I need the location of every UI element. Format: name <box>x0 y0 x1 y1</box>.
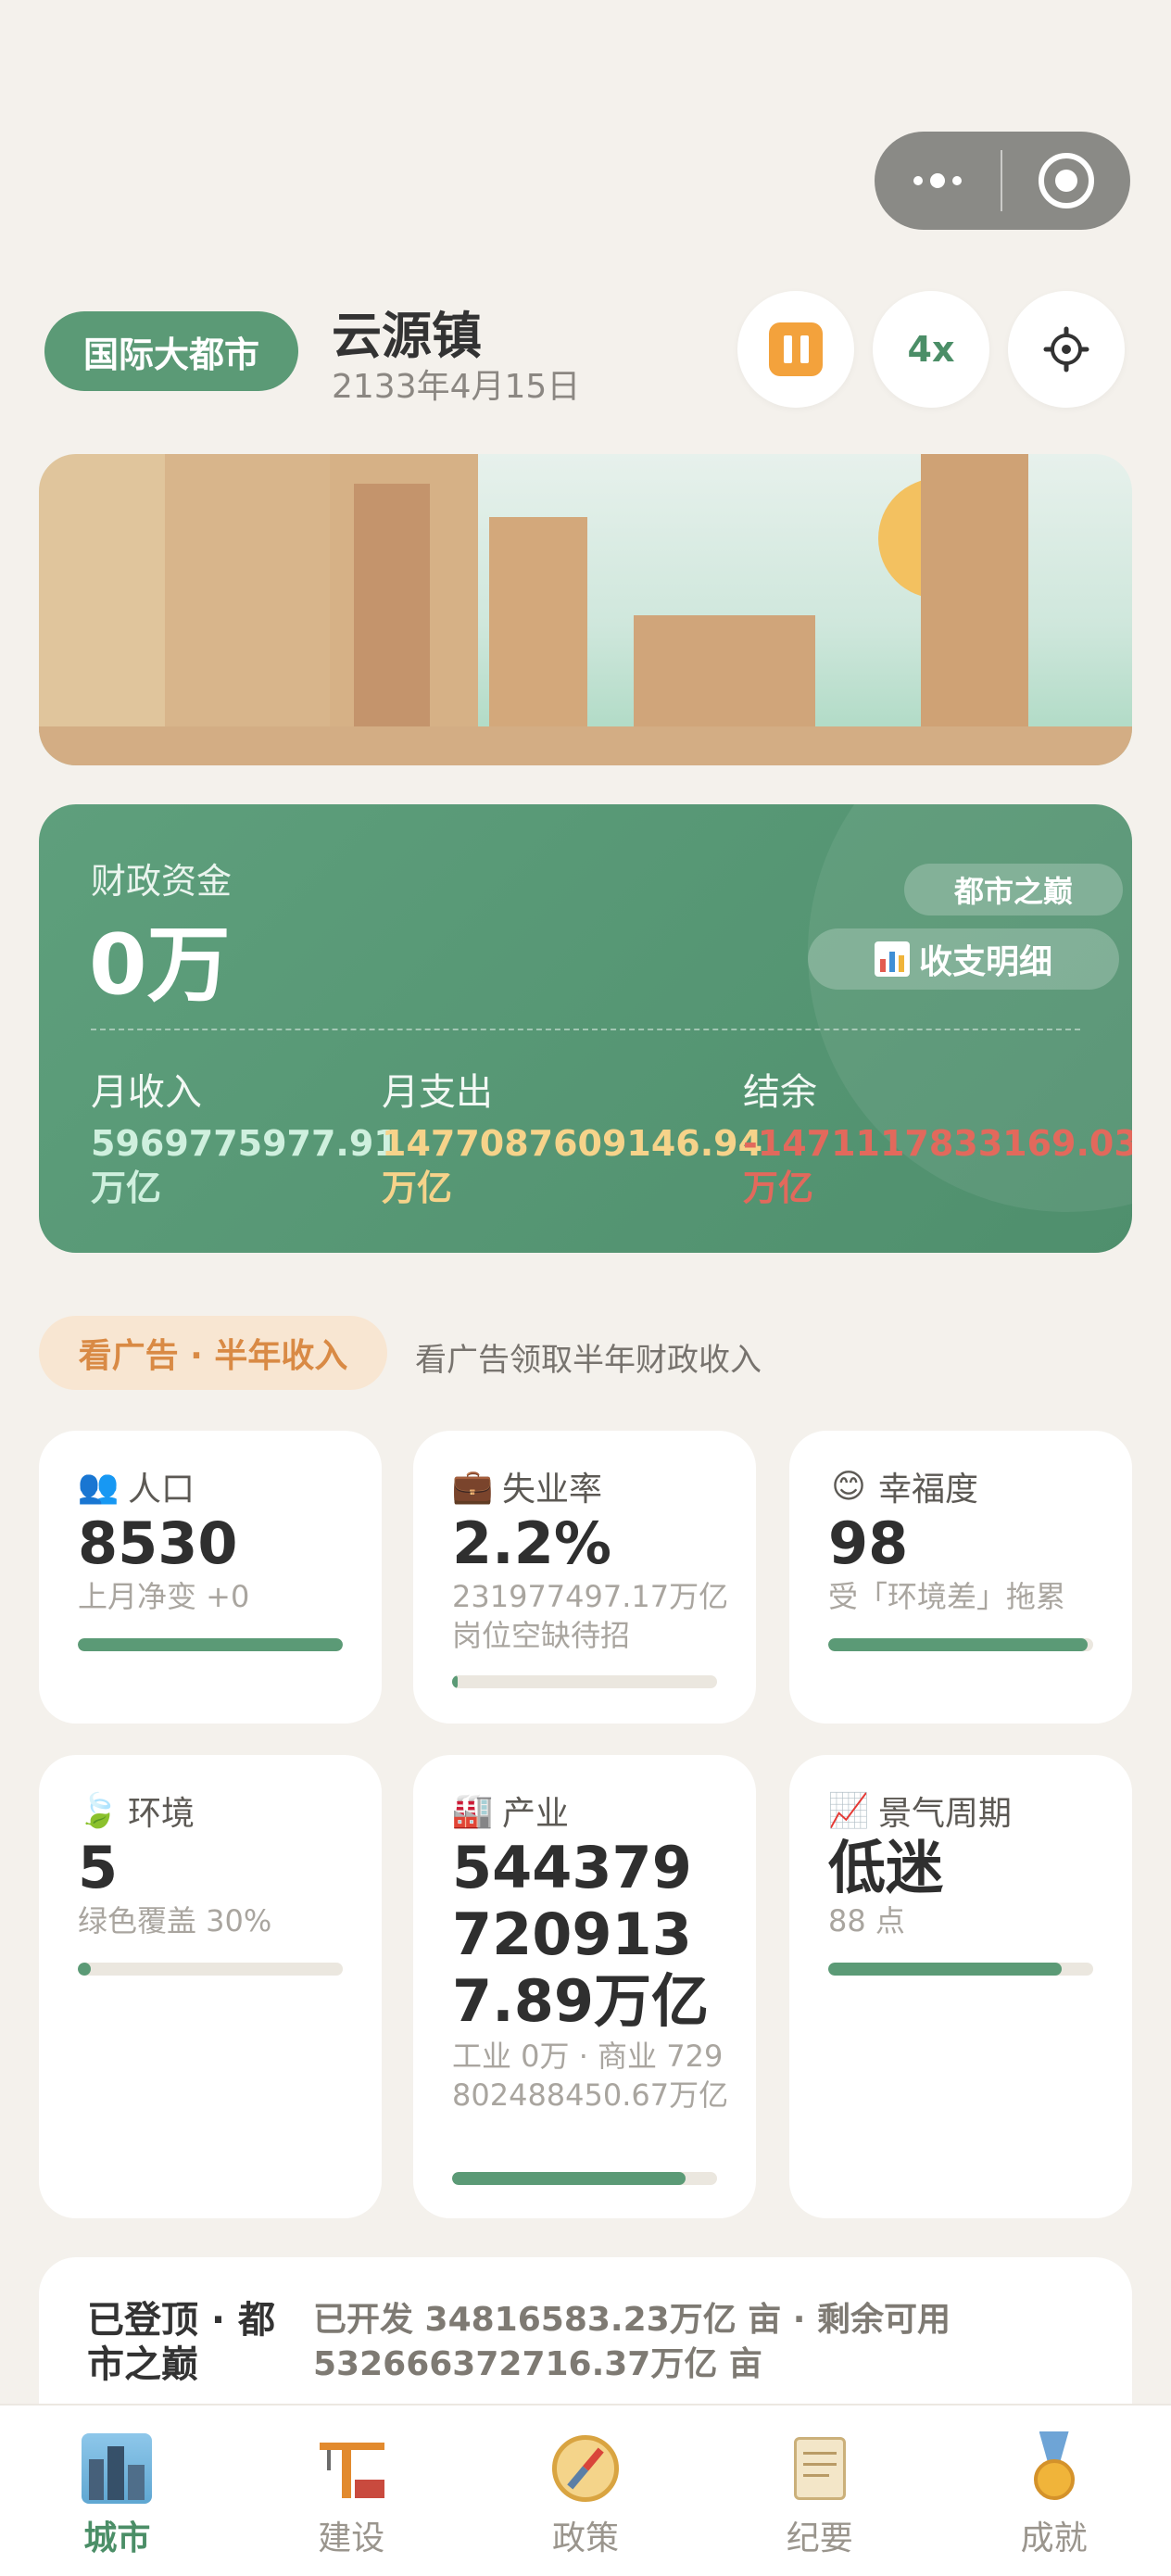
income-block: 月收入 5969775977.91 万亿 <box>91 1062 398 1210</box>
population-progress <box>78 1638 343 1651</box>
expense-value: 1477087609146.94 <box>382 1123 763 1164</box>
smile-icon: 😊 <box>831 1467 866 1506</box>
bar-chart-icon <box>874 941 910 977</box>
finance-value: 0万 <box>89 916 231 1014</box>
trend-chart-icon: 📈 <box>827 1792 870 1830</box>
more-dots-icon[interactable] <box>875 132 1001 230</box>
happiness-value: 98 <box>828 1509 909 1577</box>
happiness-title: 幸福度 <box>878 1471 979 1509</box>
medal-icon <box>1017 2431 1091 2506</box>
gear-icon <box>1043 326 1089 373</box>
unemployment-title: 失业率 <box>502 1471 603 1509</box>
tab-achievements-label: 成就 <box>1020 2519 1088 2557</box>
people-icon: 👥 <box>77 1468 120 1506</box>
income-value: 5969775977.91 <box>91 1123 398 1164</box>
balance-value: -1471117833169.03 <box>743 1123 1132 1164</box>
tab-notes-label: 纪要 <box>786 2519 853 2557</box>
finance-label: 财政资金 <box>91 861 233 902</box>
tab-build[interactable]: 建设 <box>234 2406 469 2576</box>
stage-tag: 都市之巅 <box>904 864 1123 915</box>
population-title: 人口 <box>128 1471 195 1509</box>
finance-detail-button[interactable]: 收支明细 <box>808 928 1119 990</box>
watch-ad-button[interactable]: 看广告 · 半年收入 <box>39 1316 387 1390</box>
cycle-value: 低迷 <box>828 1834 944 1901</box>
unemployment-card[interactable]: 💼 失业率 2.2% 231977497.17万亿岗位空缺待招 <box>413 1431 756 1724</box>
environment-sub: 绿色覆盖 30% <box>78 1903 272 1938</box>
income-label: 月收入 <box>91 1071 202 1114</box>
expense-block: 月支出 1477087609146.94 万亿 <box>382 1062 762 1210</box>
industry-title: 产业 <box>502 1795 570 1833</box>
city-name: 云源镇 <box>332 307 482 365</box>
scroll-icon <box>783 2431 857 2506</box>
speed-button[interactable]: 4x <box>873 291 989 408</box>
population-value: 8530 <box>78 1509 238 1577</box>
unemployment-value: 2.2% <box>452 1509 611 1577</box>
tab-city[interactable]: 城市 <box>0 2406 234 2576</box>
bottom-tab-bar: 城市 建设 政策 纪要 成就 <box>0 2404 1171 2576</box>
environment-value: 5 <box>78 1834 119 1901</box>
environment-title: 环境 <box>128 1795 195 1833</box>
environment-card[interactable]: 🍃 环境 5 绿色覆盖 30% <box>39 1755 382 2218</box>
summit-detail: 已开发 34816583.23万亿 亩 · 剩余可用 532666372716.… <box>313 2301 951 2383</box>
industry-value: 5443797209137.89万亿 <box>452 1834 709 2035</box>
miniprogram-capsule <box>875 132 1130 230</box>
finance-card: 财政资金 0万 都市之巅 收支明细 月收入 5969775977.91 万亿 月… <box>39 804 1132 1253</box>
tab-build-label: 建设 <box>318 2519 385 2557</box>
city-level-badge: 国际大都市 <box>44 311 298 391</box>
happiness-sub: 受「环境差」拖累 <box>828 1579 1066 1614</box>
factory-icon: 🏭 <box>451 1792 494 1830</box>
balance-unit: 万亿 <box>743 1168 814 1208</box>
balance-label: 结余 <box>743 1071 817 1114</box>
population-sub: 上月净变 +0 <box>78 1579 250 1614</box>
pause-icon <box>769 322 823 376</box>
cycle-title: 景气周期 <box>878 1795 1013 1833</box>
balance-block: 结余 -1471117833169.03 万亿 <box>743 1062 1132 1210</box>
tab-policy[interactable]: 政策 <box>469 2406 703 2576</box>
speed-label: 4x <box>907 329 955 370</box>
population-card[interactable]: 👥 人口 8530 上月净变 +0 <box>39 1431 382 1724</box>
cycle-sub: 88 点 <box>828 1903 905 1938</box>
leaf-icon: 🍃 <box>77 1792 120 1830</box>
happiness-progress <box>828 1638 1093 1651</box>
environment-progress <box>78 1963 343 1976</box>
industry-card[interactable]: 🏭 产业 5443797209137.89万亿 工业 0万 · 商业 729802… <box>413 1755 756 2218</box>
cycle-progress <box>828 1963 1093 1976</box>
pause-button[interactable] <box>737 291 854 408</box>
tab-policy-label: 政策 <box>551 2519 619 2557</box>
compass-icon <box>548 2431 623 2506</box>
tab-achievements[interactable]: 成就 <box>937 2406 1171 2576</box>
city-skyline-banner <box>39 454 1132 765</box>
game-date: 2133年4月15日 <box>332 368 581 406</box>
tab-notes[interactable]: 纪要 <box>702 2406 937 2576</box>
expense-label: 月支出 <box>382 1071 493 1114</box>
settings-button[interactable] <box>1008 291 1125 408</box>
income-unit: 万亿 <box>91 1168 162 1208</box>
city-icon <box>80 2431 154 2506</box>
ad-description: 看广告领取半年财政收入 <box>415 1342 762 1379</box>
happiness-card[interactable]: 😊 幸福度 98 受「环境差」拖累 <box>789 1431 1132 1724</box>
industry-sub: 工业 0万 · 商业 729802488450.67万亿 <box>452 2039 729 2113</box>
briefcase-icon: 💼 <box>451 1468 494 1506</box>
unemployment-sub: 231977497.17万亿岗位空缺待招 <box>452 1579 729 1653</box>
business-cycle-card[interactable]: 📈 景气周期 低迷 88 点 <box>789 1755 1132 2218</box>
crane-icon <box>314 2431 388 2506</box>
unemployment-progress <box>452 1675 717 1688</box>
divider <box>91 1029 1080 1030</box>
tab-city-label: 城市 <box>83 2519 151 2557</box>
industry-progress <box>452 2172 717 2185</box>
expense-unit: 万亿 <box>382 1168 453 1208</box>
summit-title: 已登顶 · 都市之巅 <box>87 2299 276 2386</box>
target-circle-icon[interactable] <box>1002 153 1130 208</box>
finance-detail-label: 收支明细 <box>918 943 1052 981</box>
